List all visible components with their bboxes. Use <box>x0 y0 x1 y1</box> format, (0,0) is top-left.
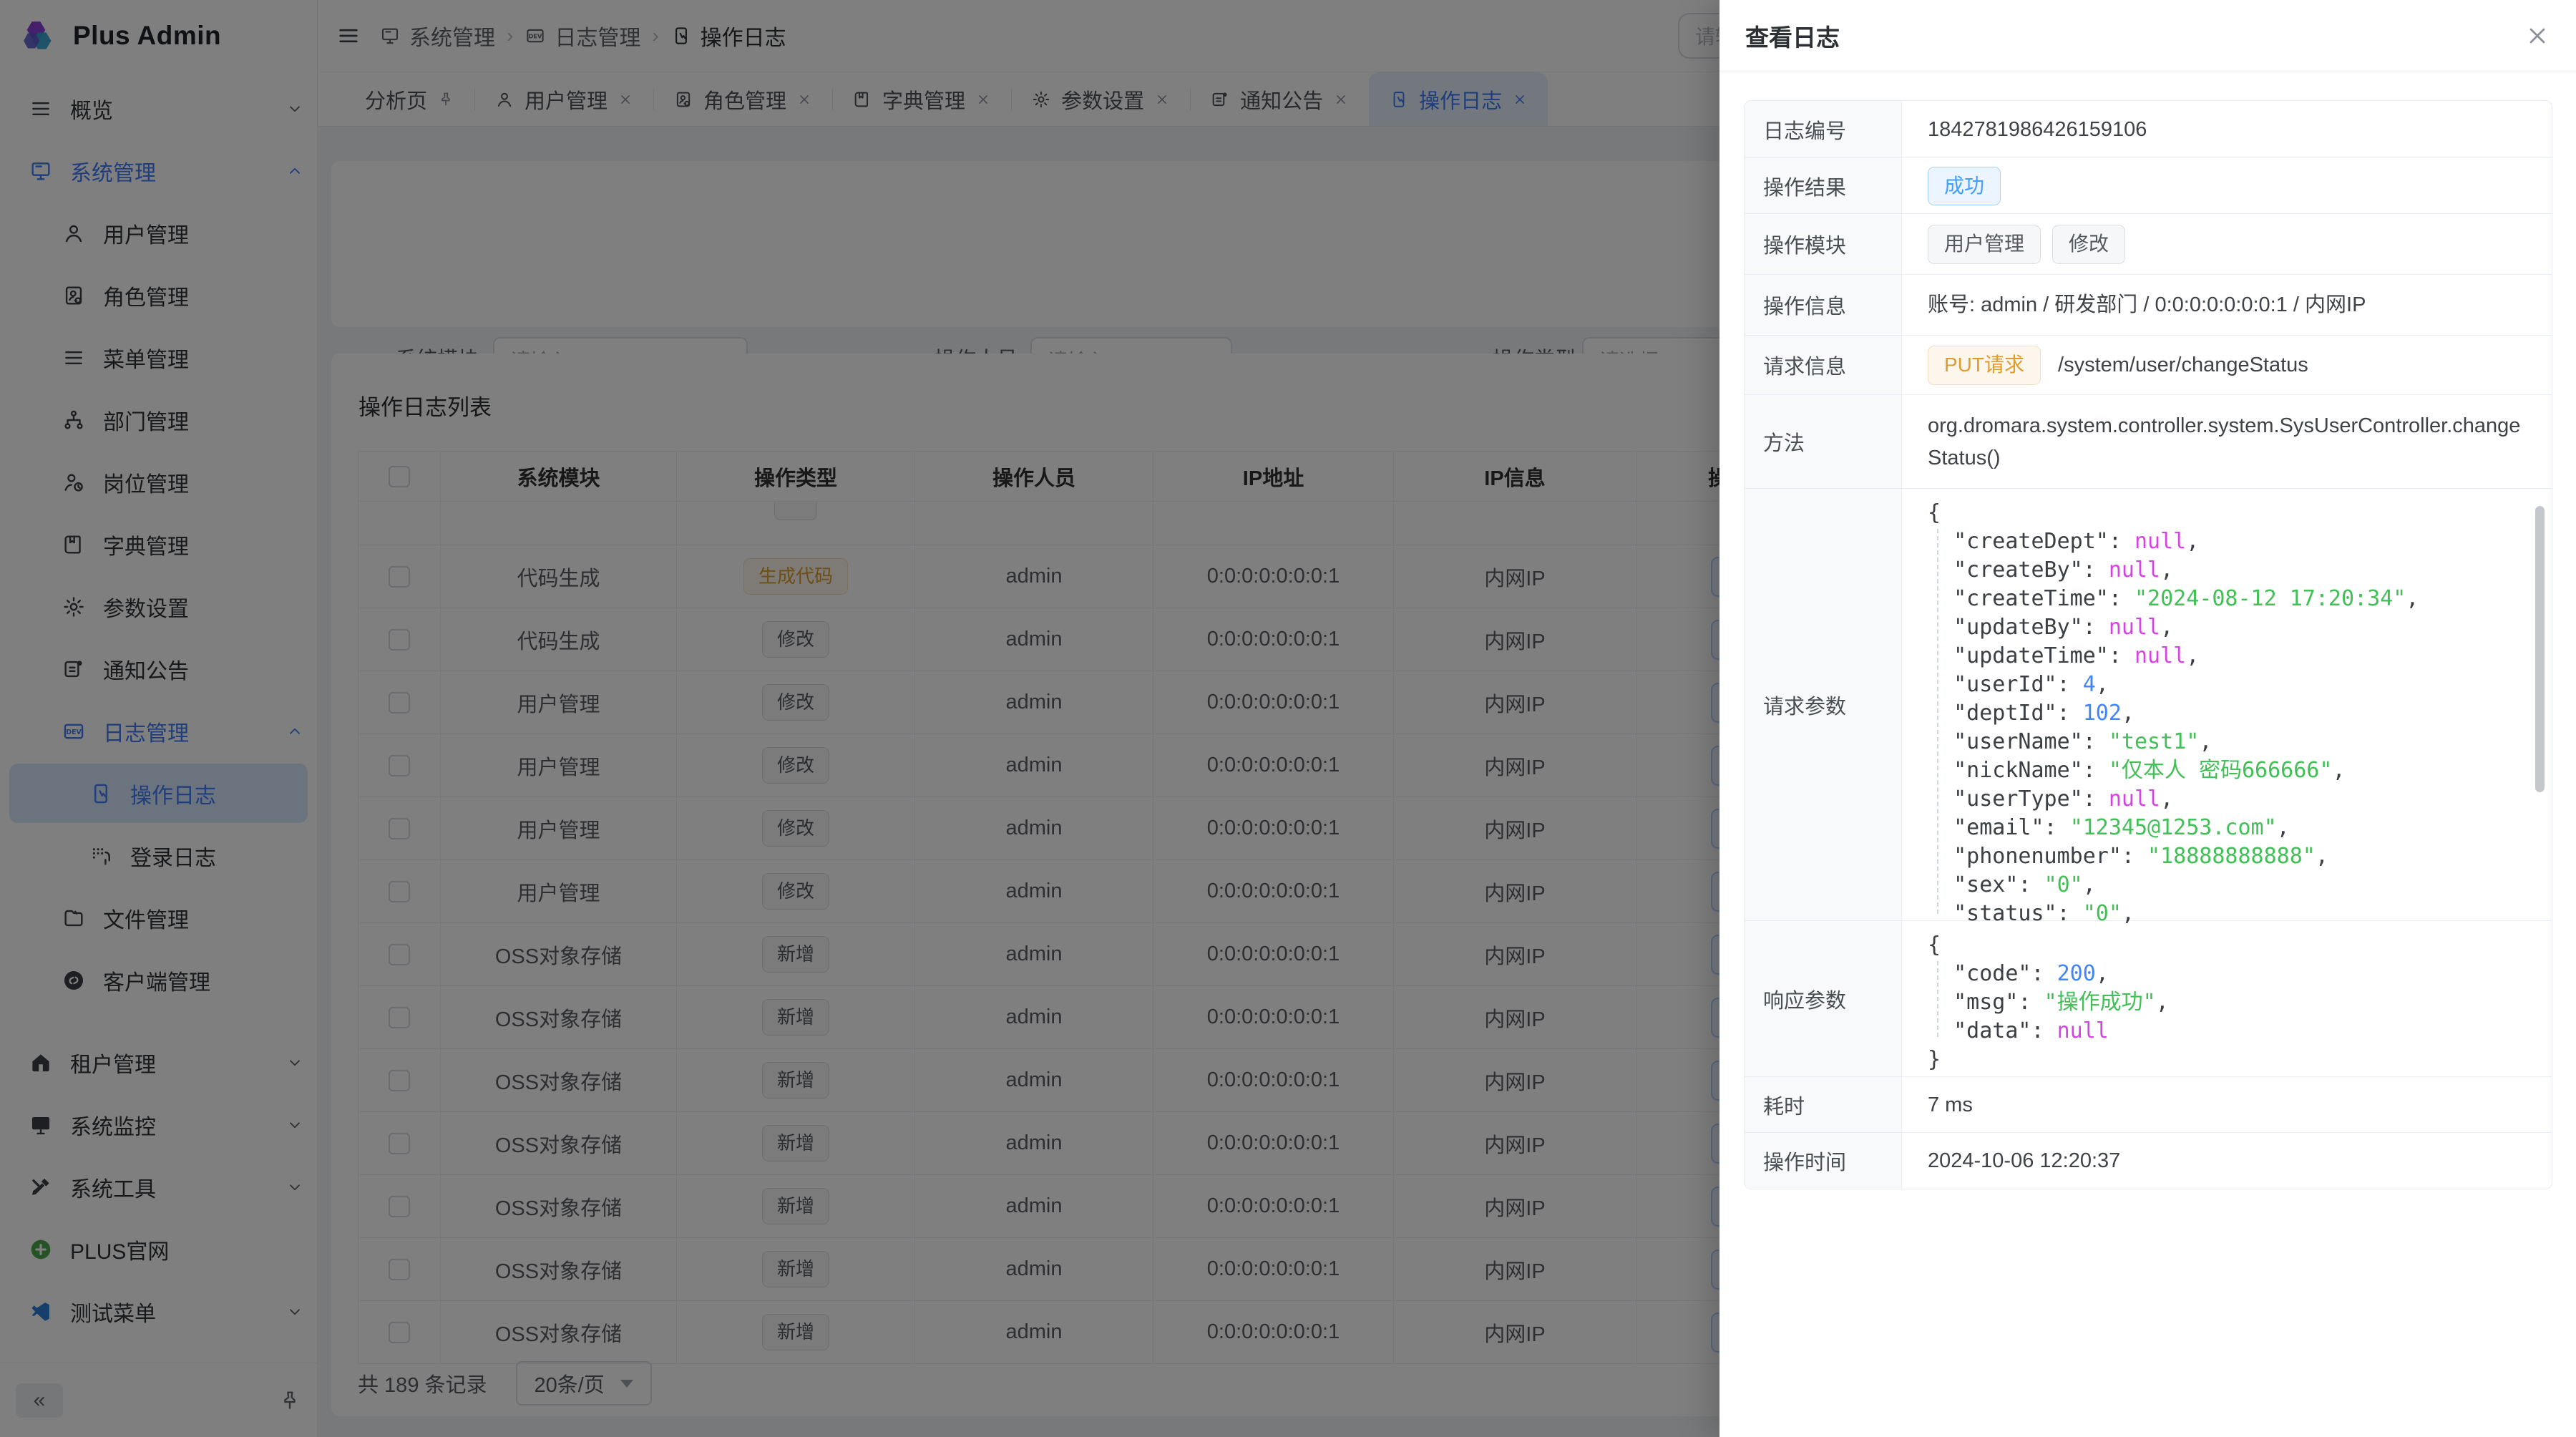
detail-label: 耗时 <box>1745 1077 1902 1132</box>
detail-row-4: 请求信息 PUT请求/system/user/changeStatus <box>1745 336 2552 395</box>
json-line: "updateBy": null, <box>1928 613 2533 642</box>
detail-label: 操作结果 <box>1745 158 1902 213</box>
detail-value: /system/user/changeStatus <box>2058 349 2308 381</box>
detail-row-2: 操作模块用户管理修改 <box>1745 214 2552 275</box>
json-line: "phonenumber": "18888888888", <box>1928 842 2533 871</box>
detail-label: 方法 <box>1745 395 1902 488</box>
indent-guide <box>1937 961 1938 1037</box>
status-tag: 修改 <box>2052 225 2125 263</box>
detail-value: 7 ms <box>1928 1089 1973 1121</box>
detail-label: 日志编号 <box>1745 101 1902 157</box>
detail-row-5: 方法 org.dromara.system.controller.system.S… <box>1745 395 2552 489</box>
detail-label: 请求参数 <box>1745 489 1902 920</box>
json-line: "createBy": null, <box>1928 556 2533 585</box>
detail-row-3: 操作信息账号: admin / 研发部门 / 0:0:0:0:0:0:0:1 /… <box>1745 275 2552 336</box>
json-line: "createDept": null, <box>1928 527 2533 556</box>
detail-label: 响应参数 <box>1745 921 1902 1076</box>
drawer-header: 查看日志 <box>1719 0 2576 72</box>
detail-label: 操作信息 <box>1745 275 1902 335</box>
json-line: "createTime": "2024-08-12 17:20:34", <box>1928 585 2533 613</box>
status-tag: 成功 <box>1928 167 2001 205</box>
json-line: } <box>1928 1046 2533 1074</box>
json-line: "nickName": "仅本人 密码666666", <box>1928 756 2533 785</box>
json-line: "code": 200, <box>1928 960 2533 988</box>
log-detail-table: 日志编号1842781986426159106操作结果成功操作模块用户管理修改操… <box>1744 100 2552 1189</box>
json-line: "userName": "test1", <box>1928 728 2533 756</box>
json-line: { <box>1928 499 2533 527</box>
json-line: { <box>1928 931 2533 960</box>
json-line: "deptId": 102, <box>1928 699 2533 728</box>
json-line: "userId": 4, <box>1928 671 2533 699</box>
detail-value: 2024-10-06 12:20:37 <box>1928 1145 2120 1177</box>
json-line: "email": "12345@1253.com", <box>1928 814 2533 842</box>
detail-row-7: 响应参数{ "code": 200, "msg": "操作成功", "data"… <box>1745 921 2552 1077</box>
detail-row-0: 日志编号 1842781986426159106 <box>1745 101 2552 158</box>
close-icon[interactable] <box>2524 23 2550 49</box>
detail-value: 1842781986426159106 <box>1928 114 2147 146</box>
json-line: "userType": null, <box>1928 785 2533 814</box>
detail-label: 请求信息 <box>1745 336 1902 394</box>
json-code-block: { "code": 200, "msg": "操作成功", "data": nu… <box>1928 931 2533 1074</box>
detail-row-6: 请求参数 { "createDept": null, "createBy": nu… <box>1745 489 2552 921</box>
status-tag: PUT请求 <box>1928 346 2041 384</box>
view-log-drawer: 查看日志 日志编号1842781986426159106操作结果成功操作模块用户… <box>1719 0 2576 1437</box>
detail-value: 账号: admin / 研发部门 / 0:0:0:0:0:0:0:1 / 内网I… <box>1928 289 2366 321</box>
indent-guide <box>1937 529 1938 914</box>
code-scrollbar[interactable] <box>2535 506 2545 792</box>
json-line: "msg": "操作成功", <box>1928 988 2533 1017</box>
json-line: "sex": "0", <box>1928 871 2533 900</box>
status-tag: 用户管理 <box>1928 225 2041 263</box>
detail-row-9: 操作时间 2024-10-06 12:20:37 <box>1745 1133 2552 1189</box>
detail-row-1: 操作结果成功 <box>1745 158 2552 214</box>
json-code-block: { "createDept": null, "createBy": null, … <box>1928 499 2533 928</box>
drawer-title: 查看日志 <box>1745 19 1840 53</box>
detail-label: 操作时间 <box>1745 1133 1902 1189</box>
detail-row-8: 耗时 7 ms <box>1745 1077 2552 1133</box>
detail-label: 操作模块 <box>1745 214 1902 274</box>
json-line: "data": null <box>1928 1017 2533 1046</box>
detail-value: org.dromara.system.controller.system.Sys… <box>1928 410 2533 474</box>
json-line: "updateTime": null, <box>1928 642 2533 671</box>
